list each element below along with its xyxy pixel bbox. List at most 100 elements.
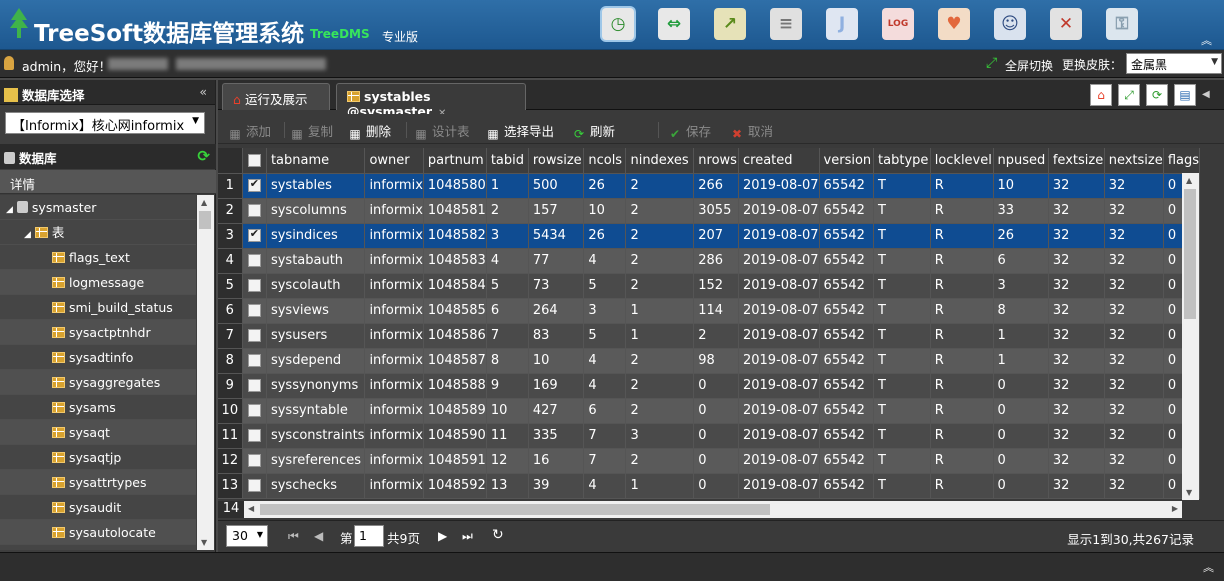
tab-menu-icon[interactable]: ◀ (1202, 84, 1216, 106)
cell-nindexes[interactable]: 2 (625, 348, 695, 374)
cell-tabtype[interactable]: T (873, 373, 931, 399)
cell-partnum[interactable]: 1048587 (423, 348, 487, 374)
cell-nextsize[interactable]: 32 (1104, 398, 1164, 424)
row-select-cell[interactable] (242, 298, 267, 324)
cell-nextsize[interactable]: 32 (1104, 198, 1164, 224)
row-select-cell[interactable] (242, 473, 267, 499)
cell-tabtype[interactable]: T (873, 423, 931, 449)
row-checkbox[interactable] (247, 429, 261, 442)
cell-rowsize[interactable]: 264 (528, 298, 585, 324)
cell-owner[interactable]: informix (364, 323, 424, 349)
cell-fextsize[interactable]: 32 (1048, 473, 1105, 499)
column-header-tabid[interactable]: tabid (486, 148, 529, 174)
cell-nrows[interactable]: 114 (693, 298, 739, 324)
cell-partnum[interactable]: 1048590 (423, 423, 487, 449)
collapse-arrow-icon[interactable]: ◢ (24, 230, 31, 240)
cell-ncols[interactable]: 4 (583, 348, 627, 374)
cell-fextsize[interactable]: 32 (1048, 248, 1105, 274)
tree-table-item[interactable]: sysaqt (0, 420, 196, 445)
cell-tabtype[interactable]: T (873, 298, 931, 324)
cell-nindexes[interactable]: 1 (625, 323, 695, 349)
cell-rowsize[interactable]: 5434 (528, 223, 585, 249)
cell-locklevel[interactable]: R (930, 323, 994, 349)
row-select-cell[interactable] (242, 398, 267, 424)
skin-select[interactable]: 金属黑 (1126, 53, 1222, 74)
cell-tabtype[interactable]: T (873, 223, 931, 249)
cell-npused[interactable]: 3 (993, 273, 1049, 299)
cell-rowsize[interactable]: 83 (528, 323, 585, 349)
reload-icon[interactable]: ↻ (492, 527, 504, 543)
cell-nextsize[interactable]: 32 (1104, 348, 1164, 374)
row-select-cell[interactable] (242, 448, 267, 474)
column-header-tabtype[interactable]: tabtype (873, 148, 931, 174)
cell-owner[interactable]: informix (364, 473, 424, 499)
cell-tabname[interactable]: systabauth (266, 248, 366, 274)
tab-run-display[interactable]: ⌂运行及展示▫ (222, 83, 330, 123)
cell-nindexes[interactable]: 1 (625, 473, 695, 499)
cell-rowsize[interactable]: 335 (528, 423, 585, 449)
cell-version[interactable]: 65542 (819, 323, 875, 349)
cell-created[interactable]: 2019-08-07 (738, 348, 820, 374)
column-header-ncols[interactable]: ncols (583, 148, 627, 174)
column-header-nrows[interactable]: nrows (693, 148, 739, 174)
cell-nrows[interactable]: 0 (693, 423, 739, 449)
cell-fextsize[interactable]: 32 (1048, 398, 1105, 424)
cell-tabid[interactable]: 11 (486, 423, 529, 449)
cell-nrows[interactable]: 266 (693, 173, 739, 199)
table-row[interactable]: 12 sysreferences informix 1048591 12 16 7 2 0 201… (218, 448, 1200, 474)
tree-table-item[interactable]: sysautolocate (0, 520, 196, 545)
row-checkbox[interactable] (247, 177, 261, 192)
cell-fextsize[interactable]: 32 (1048, 323, 1105, 349)
column-header-fextsize[interactable]: fextsize (1048, 148, 1105, 174)
expand-footer-icon[interactable]: ︽ (1203, 559, 1214, 575)
cell-fextsize[interactable]: 32 (1048, 373, 1105, 399)
table-row[interactable]: 5 syscolauth informix 1048584 5 73 5 2 152 2019-0… (218, 273, 1200, 299)
cell-locklevel[interactable]: R (930, 223, 994, 249)
tree-table-item[interactable]: sysaudit (0, 495, 196, 520)
cell-npused[interactable]: 1 (993, 348, 1049, 374)
cell-locklevel[interactable]: R (930, 248, 994, 274)
cell-nindexes[interactable]: 2 (625, 448, 695, 474)
cell-tabtype[interactable]: T (873, 448, 931, 474)
cell-nindexes[interactable]: 2 (625, 198, 695, 224)
cell-tabname[interactable]: sysindices (266, 223, 366, 249)
cell-version[interactable]: 65542 (819, 173, 875, 199)
table-row[interactable]: 7 sysusers informix 1048586 7 83 5 1 2 2019-08-07… (218, 323, 1200, 349)
row-checkbox[interactable] (247, 227, 261, 242)
cell-locklevel[interactable]: R (930, 173, 994, 199)
cell-partnum[interactable]: 1048583 (423, 248, 487, 274)
add-button[interactable]: ▦ 添加 (228, 121, 271, 141)
select-all-checkbox[interactable] (247, 153, 261, 167)
cell-created[interactable]: 2019-08-07 (738, 473, 820, 499)
collapse-left-icon[interactable]: « (199, 84, 207, 99)
cell-ncols[interactable]: 26 (583, 223, 627, 249)
cell-rowsize[interactable]: 16 (528, 448, 585, 474)
cell-owner[interactable]: informix (364, 248, 424, 274)
cell-owner[interactable]: informix (364, 423, 424, 449)
row-checkbox[interactable] (247, 454, 261, 467)
column-header-version[interactable]: version (819, 148, 875, 174)
cell-owner[interactable]: informix (364, 373, 424, 399)
cell-tabname[interactable]: syschecks (266, 473, 366, 499)
cell-locklevel[interactable]: R (930, 348, 994, 374)
column-header-flags[interactable]: flags (1163, 148, 1200, 174)
table-row[interactable]: 6 sysviews informix 1048585 6 264 3 1 114 2019-08… (218, 298, 1200, 324)
next-page-icon[interactable]: ▶ (438, 529, 447, 543)
cell-version[interactable]: 65542 (819, 473, 875, 499)
page-input[interactable]: 1 (354, 525, 384, 547)
clock-icon[interactable]: ◷ (602, 8, 634, 40)
column-header-nextsize[interactable]: nextsize (1104, 148, 1164, 174)
tree-table-item[interactable]: sysactptnhdr (0, 320, 196, 345)
tools-icon[interactable]: ✕ (1050, 8, 1082, 40)
cell-ncols[interactable]: 6 (583, 398, 627, 424)
row-select-cell[interactable] (242, 198, 267, 224)
collapse-arrow-icon[interactable]: ◢ (6, 205, 13, 215)
cell-fextsize[interactable]: 32 (1048, 423, 1105, 449)
table-row[interactable]: 13 syschecks informix 1048592 13 39 4 1 0 2019-08… (218, 473, 1200, 499)
row-checkbox[interactable] (247, 329, 261, 342)
column-header-created[interactable]: created (738, 148, 820, 174)
cell-locklevel[interactable]: R (930, 198, 994, 224)
row-select-cell[interactable] (242, 423, 267, 449)
cell-tabid[interactable]: 3 (486, 223, 529, 249)
column-header-tabname[interactable]: tabname (266, 148, 366, 174)
